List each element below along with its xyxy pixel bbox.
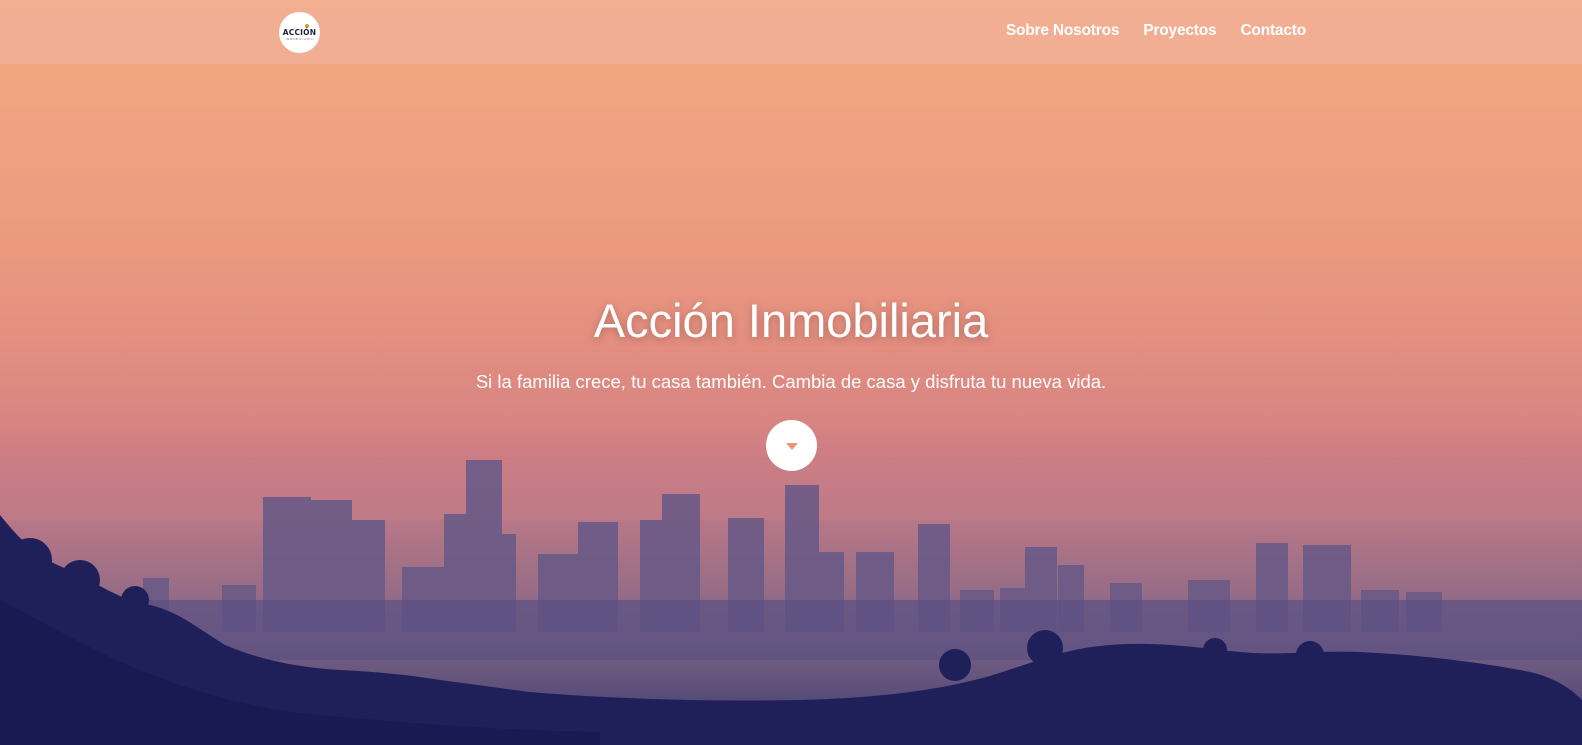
scroll-down-button[interactable]: [766, 420, 817, 471]
caret-down-icon: [785, 442, 798, 450]
top-navbar: ACCIÓN INMOBILIARIA Sobre Nosotros Proye…: [0, 0, 1582, 64]
hero-title: Acción Inmobiliaria: [593, 294, 989, 347]
logo-subtext: INMOBILIARIA: [285, 37, 314, 41]
main-nav: Sobre Nosotros Proyectos Contacto: [1006, 22, 1306, 40]
logo[interactable]: ACCIÓN INMOBILIARIA: [279, 12, 320, 53]
nav-link-sobre-nosotros[interactable]: Sobre Nosotros: [1006, 22, 1120, 40]
landing-page: ACCIÓN INMOBILIARIA Sobre Nosotros Proye…: [0, 0, 1582, 745]
hero-subtitle: Si la familia crece, tu casa también. Ca…: [475, 371, 1107, 392]
logo-word: ACCIÓN: [282, 28, 317, 37]
nav-link-contacto[interactable]: Contacto: [1240, 22, 1306, 40]
nav-link-proyectos[interactable]: Proyectos: [1143, 22, 1216, 40]
